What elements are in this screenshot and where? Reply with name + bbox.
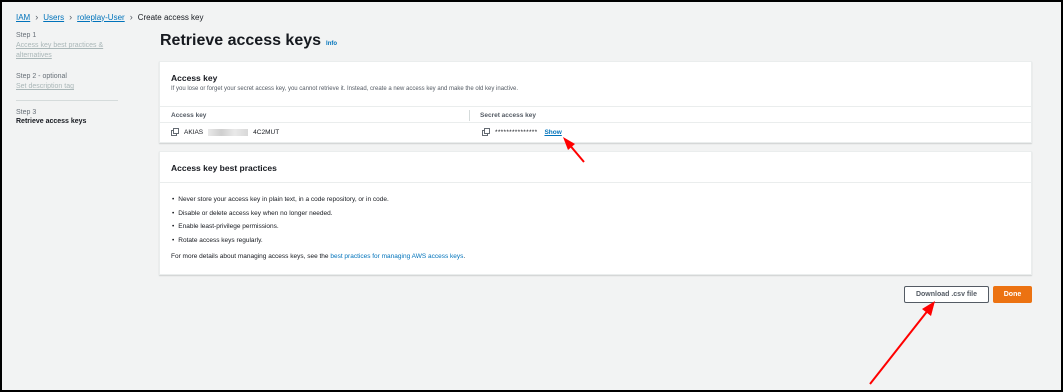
breadcrumb: IAM › Users › roleplay-User › Create acc…: [16, 12, 204, 22]
wizard-step-2: Step 2 - optional Set description tag: [16, 73, 118, 92]
redacted-region: [208, 128, 249, 136]
more-details-prefix: For more details about managing access k…: [171, 253, 331, 260]
best-practices-list: Never store your access key in plain tex…: [172, 196, 389, 250]
wizard-step-1: Step 1 Access key best practices & alter…: [16, 32, 118, 61]
step-current: Retrieve access keys: [16, 118, 87, 125]
best-practices-panel: Access key best practices Never store yo…: [159, 151, 1032, 275]
panel-heading: Access key best practices: [171, 163, 277, 173]
secret-key-masked: ***************: [495, 128, 538, 136]
chevron-right-icon: ›: [35, 12, 39, 22]
access-key-prefix: AKIAS: [184, 128, 204, 136]
more-details-text: For more details about managing access k…: [171, 253, 465, 260]
breadcrumb-iam[interactable]: IAM: [16, 13, 30, 22]
breadcrumb-users[interactable]: Users: [43, 13, 64, 22]
breadcrumb-current: Create access key: [137, 12, 204, 22]
annotation-arrow-download: [869, 301, 935, 385]
step-label: Step 1: [16, 32, 37, 39]
best-practices-link[interactable]: best practices for managing AWS access k…: [330, 253, 463, 260]
panel-description: If you lose or forget your secret access…: [171, 86, 519, 92]
copy-icon[interactable]: [171, 128, 179, 136]
list-item: Enable least-privilege permissions.: [172, 223, 389, 230]
breadcrumb-user[interactable]: roleplay-User: [77, 13, 125, 22]
chevron-right-icon: ›: [129, 12, 133, 22]
divider: [16, 100, 118, 101]
browser-frame: IAM › Users › roleplay-User › Create acc…: [0, 0, 1063, 392]
info-link[interactable]: Info: [326, 41, 337, 47]
step-link-description-tag[interactable]: Set description tag: [16, 82, 118, 92]
chevron-right-icon: ›: [69, 12, 73, 22]
step-link-best-practices[interactable]: Access key best practices & alternatives: [16, 41, 118, 61]
access-key-cell: AKIAS 4C2MUT: [171, 128, 279, 136]
list-item: Never store your access key in plain tex…: [172, 196, 389, 203]
wizard-step-3: Step 3 Retrieve access keys: [16, 109, 118, 125]
list-item: Disable or delete access key when no lon…: [172, 210, 389, 217]
step-label: Step 3: [16, 109, 37, 116]
table-header: Access key Secret access key: [160, 106, 1031, 123]
column-header-access-key: Access key: [171, 112, 207, 119]
copy-icon[interactable]: [482, 128, 490, 136]
column-header-secret-key: Secret access key: [480, 112, 537, 119]
access-key-panel: Access key If you lose or forget your se…: [159, 61, 1032, 143]
page-title-text: Retrieve access keys: [160, 32, 322, 49]
access-key-suffix: 4C2MUT: [253, 128, 280, 136]
more-details-suffix: .: [463, 253, 466, 260]
show-secret-link[interactable]: Show: [544, 129, 561, 136]
list-item: Rotate access keys regularly.: [172, 237, 389, 244]
column-divider: [469, 110, 470, 121]
step-label: Step 2 - optional: [16, 73, 67, 80]
wizard-steps: Step 1 Access key best practices & alter…: [16, 32, 118, 137]
done-button[interactable]: Done: [993, 286, 1032, 303]
table-row: AKIAS 4C2MUT *************** Show: [160, 123, 1031, 143]
secret-key-cell: *************** Show: [482, 128, 562, 136]
panel-header: Access key best practices: [160, 152, 1031, 183]
page-title: Retrieve access keys Info: [160, 32, 337, 50]
panel-heading: Access key: [171, 73, 218, 83]
download-csv-button[interactable]: Download .csv file: [904, 286, 989, 303]
